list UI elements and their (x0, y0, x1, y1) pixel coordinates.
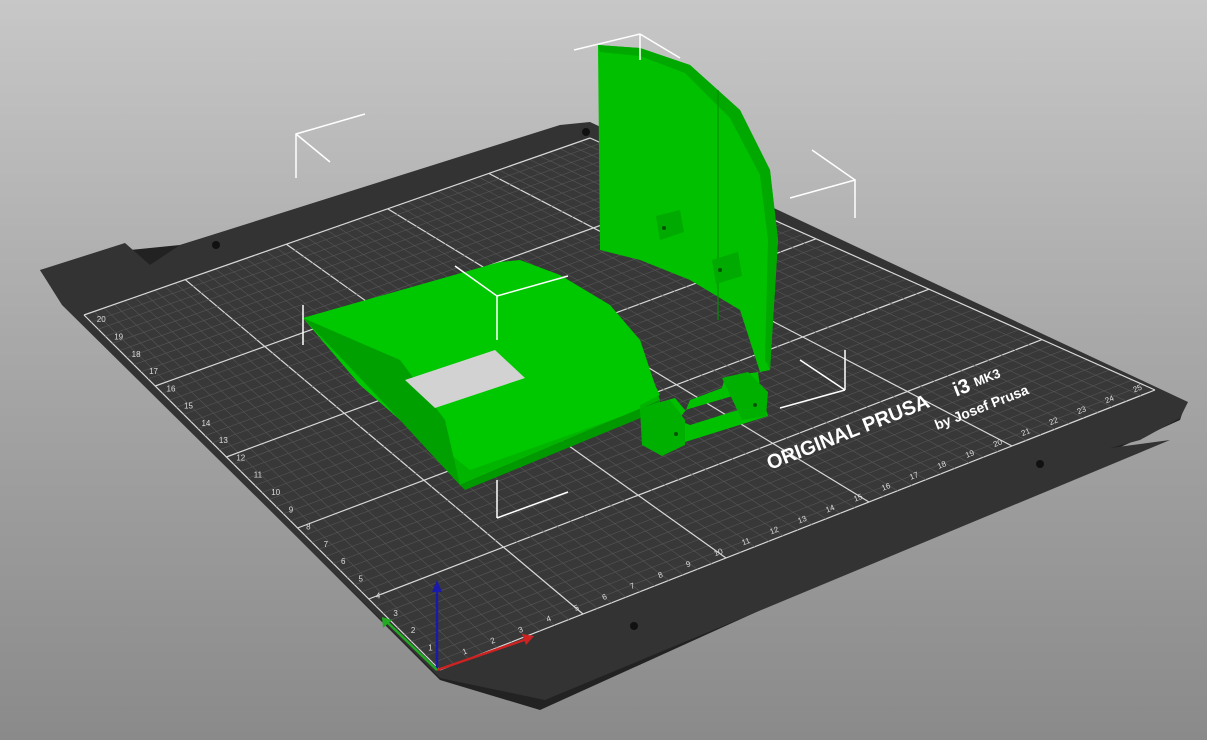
grid-y-tick-label: 15 (184, 402, 193, 411)
grid-y-tick-label: 8 (306, 523, 311, 532)
grid-y-tick-label: 16 (167, 384, 176, 393)
grid-y-tick-label: 17 (149, 367, 158, 376)
grid-y-tick-label: 14 (201, 419, 210, 428)
3d-viewport[interactable]: 1 2 3 4 5 6 7 8 9 10 11 12 13 14 15 16 17 18 19 20 21 22 23 24 2… (0, 0, 1207, 740)
grid-y-tick-label: 6 (341, 557, 346, 566)
bed-screw-hole (212, 241, 220, 249)
grid-y-tick-label: 20 (97, 315, 106, 324)
grid-y-tick-label: 13 (219, 436, 228, 445)
grid-y-tick-label: 18 (132, 350, 141, 359)
grid-y-tick-label: 12 (236, 453, 245, 462)
grid-y-tick-label: 2 (411, 626, 416, 635)
grid-y-tick-label: 3 (393, 609, 398, 618)
grid-y-tick-label: 7 (324, 540, 329, 549)
bed-screw-hole (1036, 460, 1044, 468)
grid-y-tick-label: 19 (114, 332, 123, 341)
bed-screw-hole (582, 128, 590, 136)
bed-screw-hole (630, 622, 638, 630)
grid-y-tick-label: 1 (428, 643, 433, 652)
grid-y-tick-label: 5 (358, 574, 363, 583)
grid-y-tick-label: 10 (271, 488, 280, 497)
scene-canvas[interactable]: 1234567891011121314151617181920212223242… (0, 0, 1207, 740)
grid-y-tick-label: 9 (289, 505, 294, 514)
grid-y-tick-label: 4 (376, 592, 381, 601)
grid-y-tick-label: 11 (254, 471, 263, 480)
